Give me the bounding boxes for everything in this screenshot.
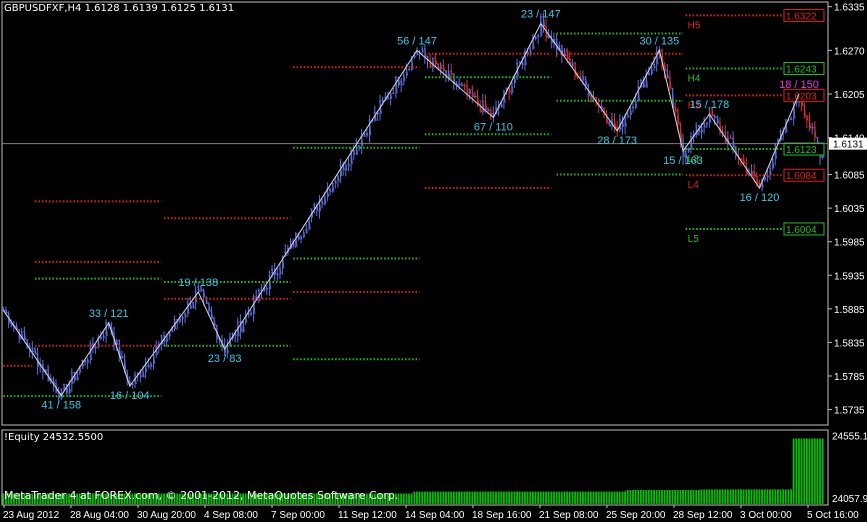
y-axis: 1.63351.62701.62051.61401.60851.60351.59…	[828, 3, 865, 417]
candle-close	[458, 83, 461, 86]
zigzag-label: 56 / 147	[397, 35, 437, 47]
x-tick-label: 30 Aug 20:00	[137, 510, 196, 521]
x-tick-label: 18 Sep 16:00	[472, 510, 532, 521]
chart-title: GBPUSDFXF,H4 1.6128 1.6139 1.6125 1.6131	[4, 3, 235, 14]
x-axis: 23 Aug 2012 28 Aug 04:00 30 Aug 20:00 4 Sep…	[3, 505, 859, 521]
candle-close	[487, 109, 490, 112]
candles	[2, 12, 825, 404]
candle-close	[132, 383, 134, 385]
level-value: 1.6004	[786, 225, 817, 236]
zigzag-label: 18 / 150	[779, 79, 819, 91]
level-value: 1.6084	[786, 171, 817, 182]
y-tick-label: 1.5835	[834, 338, 865, 349]
levels: H51.6322H41.6243H31.6203L31.6123L41.6084…	[3, 8, 825, 398]
candle-close	[740, 158, 743, 161]
level-value: 1.6123	[786, 145, 817, 156]
x-tick-label: 5 Oct 16:00	[807, 510, 859, 521]
main-panel-frame	[1, 1, 829, 426]
x-tick-label: 11 Sep 12:00	[338, 510, 397, 521]
zigzag-label: 19 / 138	[178, 277, 218, 289]
indicator-tick-label: 24555.1	[832, 432, 867, 443]
zigzag-label: 16 / 104	[110, 390, 150, 402]
y-tick-label: 1.5985	[834, 238, 865, 249]
level-value: 1.6322	[786, 11, 817, 22]
level-label: L4	[688, 180, 700, 191]
zigzag-label: 15 / 163	[663, 155, 703, 167]
y-tick-label: 1.5785	[834, 372, 865, 383]
x-tick-label: 28 Sep 12:00	[673, 510, 733, 521]
y-tick-label: 1.6035	[834, 204, 865, 215]
zigzag-label: 67 / 110	[474, 121, 513, 133]
chart-canvas: H51.6322H41.6243H31.6203L31.6123L41.6084…	[1, 1, 867, 521]
y-tick-label: 1.5885	[834, 305, 865, 316]
y-tick-label: 1.6205	[834, 90, 865, 101]
x-tick-label: 23 Aug 2012	[3, 510, 60, 521]
x-tick-label: 14 Sep 04:00	[405, 510, 465, 521]
zigzag-label: 23 / 147	[521, 8, 561, 20]
level-label: H4	[688, 73, 701, 84]
x-tick-label: 4 Sep 08:00	[204, 510, 258, 521]
x-tick-label: 28 Aug 04:00	[70, 510, 129, 521]
y-tick-label: 1.6085	[834, 171, 865, 182]
zigzag-labels: 41 / 158 33 / 121 16 / 104 19 / 138 23 / 83 5…	[41, 8, 818, 411]
candle-close	[277, 273, 279, 276]
x-tick-label: 7 Sep 00:00	[271, 510, 325, 521]
y-tick-label: 1.5735	[834, 406, 865, 417]
zigzag-label: 33 / 121	[89, 308, 129, 320]
x-tick-label: 3 Oct 00:00	[740, 510, 792, 521]
zigzag-label: 30 / 135	[639, 35, 679, 47]
x-tick-label: 25 Sep 20:00	[606, 510, 666, 521]
level-value: 1.6203	[786, 91, 817, 102]
y-tick-label: 1.5935	[834, 271, 865, 282]
zigzag-label: 16 / 120	[740, 192, 780, 204]
candle-close	[474, 95, 477, 98]
candle-close	[722, 131, 725, 134]
zigzag-label: 15 / 178	[690, 99, 730, 111]
y-tick-label: 1.6270	[834, 46, 865, 57]
y-tick-label: 1.6335	[834, 3, 865, 14]
x-tick-label: 21 Sep 08:00	[539, 510, 599, 521]
zigzag-label: 23 / 83	[208, 353, 242, 365]
zigzag-label: 28 / 173	[597, 135, 637, 147]
level-label: H5	[688, 20, 701, 31]
copyright-text: MetaTrader 4 at FOREX.com, © 2001-2012, …	[4, 489, 399, 502]
candle-close	[100, 337, 103, 339]
level-label: L5	[688, 234, 700, 245]
candle-close	[95, 346, 98, 349]
indicator-tick-label: 24057.9	[832, 494, 867, 505]
current-price-label: 1.6131	[833, 140, 864, 151]
level-value: 1.6243	[786, 64, 817, 75]
indicator-title: !Equity 24532.5500	[4, 432, 104, 443]
zigzag-label: 41 / 158	[41, 399, 81, 411]
